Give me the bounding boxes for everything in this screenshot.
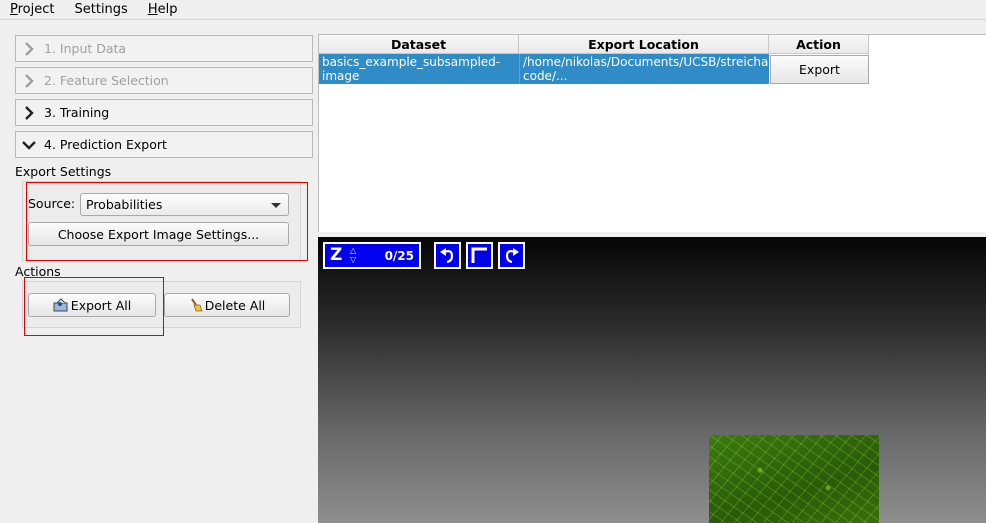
slice-value: 0/25 [384, 249, 414, 263]
corner-frame-icon [471, 247, 487, 263]
applet-training[interactable]: 3. Training [15, 99, 313, 126]
export-icon [53, 298, 68, 312]
delete-all-button[interactable]: Delete All [164, 293, 290, 317]
actions-group: Export All Delete All [22, 281, 301, 328]
z-slice-spinbox[interactable]: Z △ ▽ 0/25 [323, 242, 421, 269]
rotate-left-icon [440, 248, 454, 264]
image-viewer[interactable]: Z △ ▽ 0/25 [318, 237, 986, 523]
table-cell-location[interactable]: /home/nikolas/Documents/UCSB/streichan/n… [519, 54, 769, 84]
chevron-down-icon [22, 140, 36, 150]
broom-icon [190, 298, 203, 312]
applet-input-data[interactable]: 1. Input Data [15, 35, 313, 62]
table-cell-dataset[interactable]: basics_example_subsampled-image [319, 54, 519, 84]
choose-export-settings-button[interactable]: Choose Export Image Settings... [28, 222, 289, 246]
applet-label: 3. Training [44, 105, 110, 120]
dropdown-arrow-icon [271, 203, 281, 208]
export-table: Dataset Export Location Action basics_ex… [318, 34, 986, 232]
spin-arrows-icon[interactable]: △ ▽ [350, 246, 356, 264]
applet-feature-selection[interactable]: 2. Feature Selection [15, 67, 313, 94]
source-label: Source: [28, 196, 76, 211]
applet-label: 4. Prediction Export [44, 137, 167, 152]
row-export-button[interactable]: Export [770, 55, 869, 84]
export-all-button[interactable]: Export All [28, 293, 156, 317]
source-combobox[interactable]: Probabilities [80, 193, 289, 216]
fit-view-button[interactable] [466, 242, 493, 269]
actions-title: Actions [15, 264, 61, 279]
source-value: Probabilities [86, 197, 163, 212]
menu-project[interactable]: Project [0, 0, 65, 20]
chevron-right-icon [25, 41, 34, 56]
menubar: Project Settings Help [0, 0, 986, 20]
applet-prediction-export[interactable]: 4. Prediction Export [15, 131, 313, 158]
column-header-export-location[interactable]: Export Location [519, 35, 769, 54]
column-header-action[interactable]: Action [769, 35, 869, 54]
menu-help[interactable]: Help [138, 0, 188, 20]
export-all-label: Export All [70, 297, 132, 313]
image-data-layer [709, 435, 879, 523]
applet-drawer: 1. Input Data 2. Feature Selection 3. Tr… [0, 20, 316, 523]
redo-rotate-button[interactable] [498, 242, 525, 269]
export-settings-group: Source: Probabilities Choose Export Imag… [22, 181, 301, 261]
chevron-right-icon [25, 73, 34, 88]
undo-rotate-button[interactable] [434, 242, 461, 269]
column-header-dataset[interactable]: Dataset [319, 35, 519, 54]
applet-label: 1. Input Data [44, 41, 127, 56]
menu-settings[interactable]: Settings [65, 0, 138, 20]
axis-label: Z [330, 245, 343, 265]
rotate-right-icon [505, 248, 519, 264]
applet-label: 2. Feature Selection [44, 73, 169, 88]
chevron-right-icon [25, 105, 34, 120]
delete-all-label: Delete All [204, 297, 266, 313]
export-settings-title: Export Settings [15, 164, 112, 179]
